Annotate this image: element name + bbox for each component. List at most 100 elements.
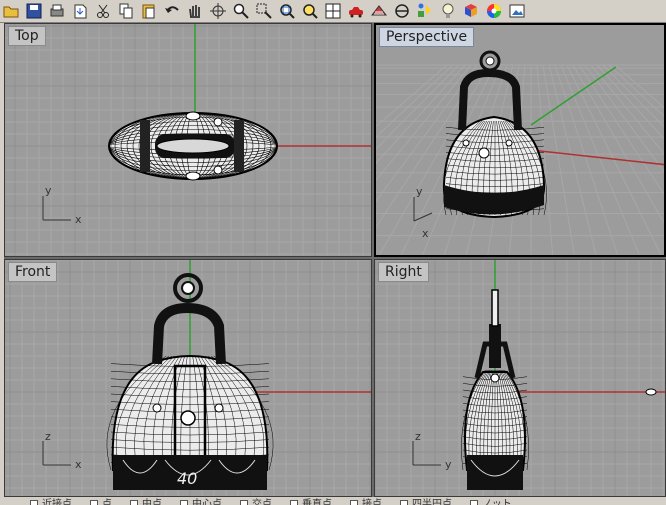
checkbox-box[interactable] xyxy=(130,500,138,505)
viewport-top[interactable]: Top y x xyxy=(4,23,372,257)
paste-button[interactable] xyxy=(138,1,160,21)
osnap-label: ノット xyxy=(482,499,512,505)
print-button[interactable] xyxy=(46,1,68,21)
axis-z-label: z xyxy=(45,430,51,443)
checkbox-box[interactable] xyxy=(180,500,188,505)
axis-y-label: y xyxy=(416,185,423,198)
zoom-window-button[interactable] xyxy=(253,1,275,21)
axis-y-label: y xyxy=(45,184,52,197)
cplane-icon xyxy=(395,4,409,18)
checkbox-box[interactable] xyxy=(290,500,298,505)
zoom-selected-button[interactable] xyxy=(299,1,321,21)
section-marker xyxy=(645,388,657,396)
cut-icon xyxy=(97,4,109,18)
viewport-area: Top y x Perspective y x Front 40 z x Rig… xyxy=(4,23,666,497)
osnap-checkbox[interactable]: 交点 xyxy=(240,497,272,505)
checkbox-box[interactable] xyxy=(400,500,408,505)
x-axis-line xyxy=(530,149,664,166)
checkbox-box[interactable] xyxy=(90,500,98,505)
viewport-perspective-label[interactable]: Perspective xyxy=(379,27,475,47)
osnap-label: 点 xyxy=(102,499,112,505)
folder-open-button[interactable] xyxy=(0,1,22,21)
axis-y-label: y xyxy=(445,458,452,471)
y-axis-line xyxy=(530,66,617,126)
checkbox-box[interactable] xyxy=(240,500,248,505)
axis-x-label: x xyxy=(422,227,429,240)
checkbox-box[interactable] xyxy=(30,500,38,505)
undo-icon xyxy=(165,6,179,13)
zoom-button[interactable] xyxy=(230,1,252,21)
color-wheel-icon xyxy=(487,4,501,18)
zoom-extents-button[interactable] xyxy=(276,1,298,21)
rotate-view-button[interactable] xyxy=(207,1,229,21)
print-icon xyxy=(50,4,64,17)
cut-button[interactable] xyxy=(92,1,114,21)
axis-gizmo: y x xyxy=(413,185,433,240)
grid-snap-icon xyxy=(370,5,388,16)
folder-open-icon xyxy=(3,6,19,18)
import-icon xyxy=(74,4,87,19)
osnap-label: 接点 xyxy=(362,499,382,505)
osnap-checkbox[interactable]: 四半円点 xyxy=(400,497,452,505)
viewport-top-label[interactable]: Top xyxy=(8,26,46,46)
light-bulb-icon xyxy=(442,3,454,18)
copy-button[interactable] xyxy=(115,1,137,21)
osnap-label: 近接点 xyxy=(42,499,72,505)
viewport-right[interactable]: Right z y xyxy=(374,259,666,497)
axis-z-label: z xyxy=(415,430,421,443)
osnap-checkbox[interactable]: 垂直点 xyxy=(290,497,332,505)
color-wheel-button[interactable] xyxy=(483,1,505,21)
osnap-label: 交点 xyxy=(252,499,272,505)
viewport-front-label[interactable]: Front xyxy=(8,262,58,282)
osnap-checkbox[interactable]: ノット xyxy=(470,497,512,505)
viewport-perspective-canvas[interactable]: y x xyxy=(376,25,666,257)
render-button[interactable] xyxy=(506,1,528,21)
osnap-icon xyxy=(418,3,431,17)
zoom-icon xyxy=(233,3,249,19)
viewport-layout-icon xyxy=(325,3,341,19)
save-button[interactable] xyxy=(23,1,45,21)
bag-model-front[interactable]: 40 xyxy=(106,273,274,490)
osnap-label: 垂直点 xyxy=(302,499,332,505)
viewport-front-canvas[interactable]: 40 z x xyxy=(5,260,372,497)
light-bulb-button[interactable] xyxy=(437,1,459,21)
osnap-label: 中心点 xyxy=(192,499,222,505)
pan-hand-button[interactable] xyxy=(184,1,206,21)
viewport-front[interactable]: Front 40 z x xyxy=(4,259,372,497)
zoom-extents-icon xyxy=(280,4,295,19)
osnap-button[interactable] xyxy=(414,1,436,21)
bag-monogram-graphic: 40 xyxy=(177,469,197,488)
cplane-button[interactable] xyxy=(391,1,413,21)
import-button[interactable] xyxy=(69,1,91,21)
osnap-checkbox[interactable]: 点 xyxy=(90,497,112,505)
pan-hand-icon xyxy=(189,5,200,18)
viewport-layout-button[interactable] xyxy=(322,1,344,21)
viewport-perspective[interactable]: Perspective y x xyxy=(374,23,666,257)
material-button[interactable] xyxy=(460,1,482,21)
osnap-checkbox[interactable]: 中点 xyxy=(130,497,162,505)
viewport-top-canvas[interactable]: y x xyxy=(5,24,372,257)
checkbox-box[interactable] xyxy=(350,500,358,505)
grid-snap-button[interactable] xyxy=(368,1,390,21)
checkbox-box[interactable] xyxy=(470,500,478,505)
axis-gizmo: z x xyxy=(42,430,82,471)
viewport-right-canvas[interactable]: z y xyxy=(375,260,666,497)
material-icon xyxy=(465,4,477,17)
osnap-checkbox[interactable]: 接点 xyxy=(350,497,382,505)
zoom-selected-icon xyxy=(303,4,318,19)
undo-button[interactable] xyxy=(161,1,183,21)
axis-x-label: x xyxy=(75,458,82,471)
main-toolbar xyxy=(0,0,666,23)
rotate-view-icon xyxy=(210,3,226,19)
car-button[interactable] xyxy=(345,1,367,21)
save-icon xyxy=(26,3,42,19)
zoom-window-icon xyxy=(256,3,272,19)
viewport-right-label[interactable]: Right xyxy=(378,262,429,282)
axis-x-label: x xyxy=(75,213,82,226)
osnap-checkbox[interactable]: 中心点 xyxy=(180,497,222,505)
axis-gizmo: z y xyxy=(412,430,452,471)
osnap-bar: 近接点 点 中点 中心点 交点 垂直点 接点 四半円点 ノット xyxy=(0,497,666,505)
bag-model-top[interactable] xyxy=(108,111,278,181)
osnap-checkbox[interactable]: 近接点 xyxy=(30,497,72,505)
paste-icon xyxy=(142,4,155,19)
